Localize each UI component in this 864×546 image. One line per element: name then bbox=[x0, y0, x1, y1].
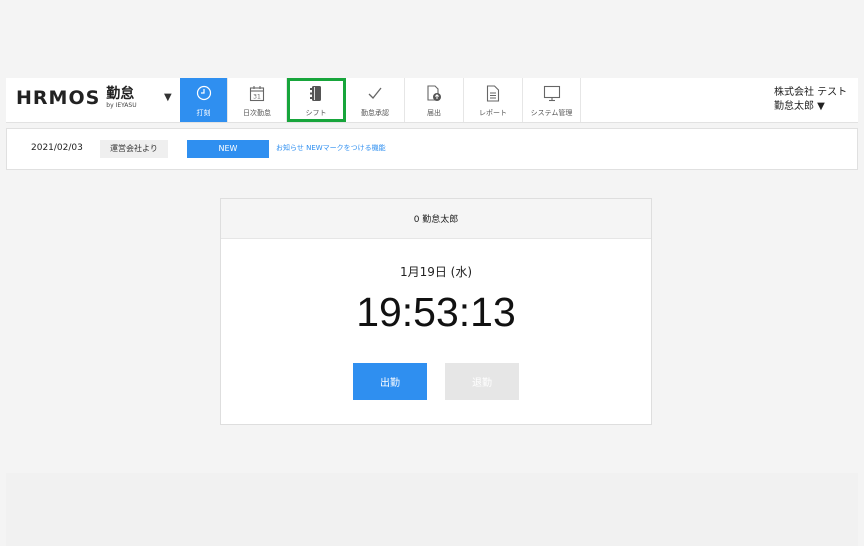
app-header: HRMOS 勤怠 by IEYASU ▼ 打刻 31 日次勤怠 シフト 勤怠承認… bbox=[6, 78, 858, 123]
user-menu[interactable]: 勤怠太郎 ▼ bbox=[774, 100, 850, 114]
notice-link[interactable]: お知らせ NEWマークをつける機能 bbox=[276, 143, 386, 153]
top-blank-area bbox=[0, 0, 864, 78]
nav-item-admin[interactable]: システム管理 bbox=[523, 78, 581, 122]
new-badge: NEW bbox=[187, 140, 269, 158]
current-time: 19:53:13 bbox=[356, 289, 516, 335]
employee-name: 0 勤怠太郎 bbox=[221, 199, 651, 239]
main-nav: 打刻 31 日次勤怠 シフト 勤怠承認 届出 レポート システム管理 bbox=[180, 78, 581, 122]
nav-label: 日次勤怠 bbox=[243, 109, 271, 117]
notice-source-tag: 運営会社より bbox=[100, 140, 168, 158]
document-icon bbox=[486, 82, 500, 104]
nav-label: シフト bbox=[305, 109, 327, 117]
logo-text: HRMOS bbox=[16, 87, 101, 109]
nav-item-approval[interactable]: 勤怠承認 bbox=[346, 78, 405, 122]
nav-label: レポート bbox=[479, 109, 507, 117]
nav-item-punch[interactable]: 打刻 bbox=[180, 78, 228, 122]
nav-label: 届出 bbox=[427, 109, 441, 117]
monitor-icon bbox=[543, 82, 561, 104]
company-user-block: 株式会社 テスト 勤怠太郎 ▼ bbox=[774, 86, 850, 114]
notebook-icon bbox=[309, 82, 323, 104]
bottom-area bbox=[6, 473, 858, 546]
nav-label: システム管理 bbox=[530, 109, 573, 117]
calendar-icon: 31 bbox=[249, 82, 265, 104]
logo-product-name: 勤怠 bbox=[106, 86, 135, 102]
notice-bar: 2021/02/03 運営会社より NEW お知らせ NEWマークをつける機能 bbox=[6, 128, 858, 170]
current-date: 1月19日 (水) bbox=[399, 265, 473, 279]
company-name: 株式会社 テスト bbox=[774, 87, 848, 98]
nav-item-daily[interactable]: 31 日次勤怠 bbox=[228, 78, 287, 122]
clock-in-button[interactable]: 出勤 bbox=[353, 363, 427, 400]
notice-date: 2021/02/03 bbox=[31, 143, 83, 153]
nav-item-request[interactable]: 届出 bbox=[405, 78, 464, 122]
document-upload-icon bbox=[426, 82, 442, 104]
punch-card: 0 勤怠太郎 1月19日 (水) 19:53:13 出勤 退勤 bbox=[220, 198, 652, 425]
nav-label: 打刻 bbox=[196, 109, 211, 117]
logo-byline: by IEYASU bbox=[106, 102, 137, 109]
clock-icon bbox=[196, 82, 212, 104]
nav-item-report[interactable]: レポート bbox=[464, 78, 523, 122]
svg-text:31: 31 bbox=[253, 93, 261, 100]
checkmark-icon bbox=[367, 82, 383, 104]
clock-out-button[interactable]: 退勤 bbox=[445, 363, 519, 400]
nav-item-shift[interactable]: シフト bbox=[287, 78, 346, 122]
logo-sub: 勤怠 by IEYASU bbox=[106, 87, 136, 109]
app-logo[interactable]: HRMOS 勤怠 by IEYASU bbox=[16, 87, 137, 115]
product-switch-caret-icon[interactable]: ▼ bbox=[164, 92, 172, 103]
nav-label: 勤怠承認 bbox=[361, 109, 389, 117]
